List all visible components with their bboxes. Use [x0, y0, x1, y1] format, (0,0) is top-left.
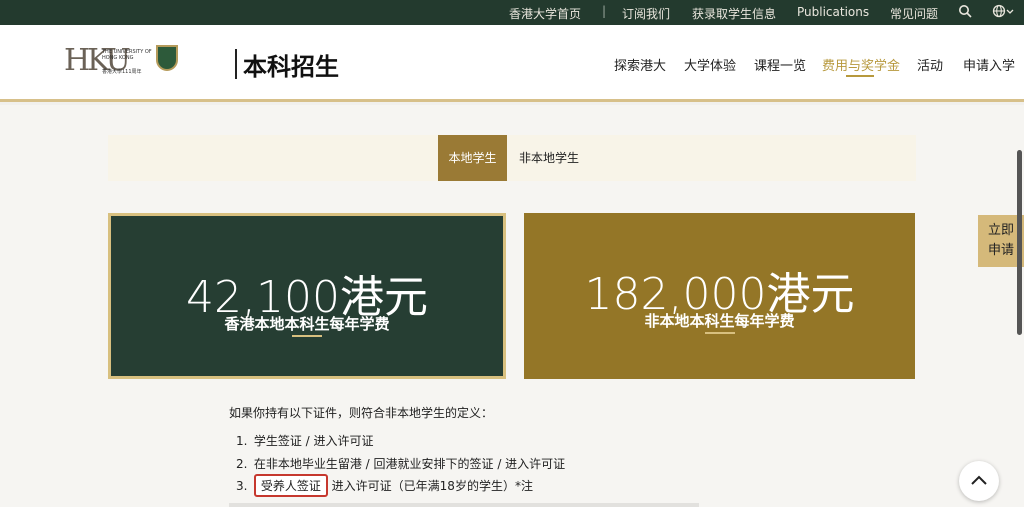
local-fee-description: 香港本地本科生每年学费	[224, 315, 390, 333]
main-content: 本地学生 非本地学生 42,100港元 香港本地本科生每年学费 182,000港…	[0, 105, 1024, 507]
cut-off-text	[229, 503, 699, 507]
nav-active-underline	[846, 75, 874, 77]
nav-item-programmes[interactable]: 课程一览	[754, 55, 806, 74]
nav-item-apply[interactable]: 申请入学	[963, 55, 1015, 74]
tab-local-students[interactable]: 本地学生	[438, 135, 507, 181]
topbar-link-subscribe[interactable]: 订阅我们	[622, 5, 670, 22]
topbar-separator: |	[602, 4, 607, 18]
nav-item-explore[interactable]: 探索港大	[614, 55, 666, 74]
non-local-fee-description: 非本地本科生每年学费	[644, 312, 795, 330]
student-type-tabs: 本地学生 非本地学生	[108, 135, 916, 181]
non-local-definition-intro: 如果你持有以下证件，则符合非本地学生的定义：	[229, 406, 494, 420]
hku-logo-text-en: THE UNIVERSITY OF HONG KONG	[102, 49, 152, 61]
list-item: 3. 受养人签证 进入许可证（已年满18岁的学生）*注	[236, 474, 533, 497]
list-item-text: 进入许可证（已年满18岁的学生）*注	[331, 479, 533, 493]
topbar-link-hku-home[interactable]: 香港大学首页	[509, 5, 581, 22]
list-item: 1. 学生签证 / 进入许可证	[236, 432, 374, 449]
topbar-link-publications[interactable]: Publications	[797, 5, 869, 19]
nav-item-fees-scholarships[interactable]: 费用与奖学金	[822, 55, 900, 74]
topbar-link-faq[interactable]: 常见问题	[890, 5, 938, 22]
page-title: 本科招生	[243, 53, 339, 81]
highlighted-dependant-visa: 受养人签证	[253, 474, 328, 497]
local-fee-card: 42,100港元 香港本地本科生每年学费	[108, 213, 506, 379]
list-item-text: 学生签证 / 进入许可证	[253, 434, 374, 448]
nav-item-experience[interactable]: 大学体验	[684, 55, 736, 74]
non-local-fee-divider	[704, 332, 735, 334]
non-local-fee-card: 182,000港元 非本地本科生每年学费	[524, 213, 915, 379]
topbar-link-admitted-info[interactable]: 获录取学生信息	[692, 5, 776, 22]
list-item-number: 2.	[236, 457, 248, 471]
main-header: HKU THE UNIVERSITY OF HONG KONG 香港大學111周…	[0, 25, 1024, 102]
tab-non-local-students[interactable]: 非本地学生	[519, 135, 579, 181]
search-icon[interactable]	[958, 4, 972, 21]
local-fee-divider	[292, 335, 322, 337]
hku-logo-text-cn: 香港大學111周年	[102, 69, 142, 75]
globe-icon[interactable]	[992, 4, 1014, 21]
nav-item-events[interactable]: 活动	[917, 55, 943, 74]
list-item-text: 在非本地毕业生留港 / 回港就业安排下的签证 / 进入许可证	[253, 457, 566, 471]
list-item-number: 3.	[236, 479, 248, 493]
header-divider	[235, 49, 237, 79]
chevron-up-icon	[971, 475, 987, 485]
top-utility-bar: 香港大学首页 | 订阅我们 获录取学生信息 Publications 常见问题	[0, 0, 1024, 25]
back-to-top-button[interactable]	[959, 461, 999, 501]
list-item: 2. 在非本地毕业生留港 / 回港就业安排下的签证 / 进入许可证	[236, 455, 565, 472]
list-item-number: 1.	[236, 434, 248, 448]
crest-icon	[156, 45, 178, 71]
scrollbar[interactable]	[1017, 150, 1022, 335]
